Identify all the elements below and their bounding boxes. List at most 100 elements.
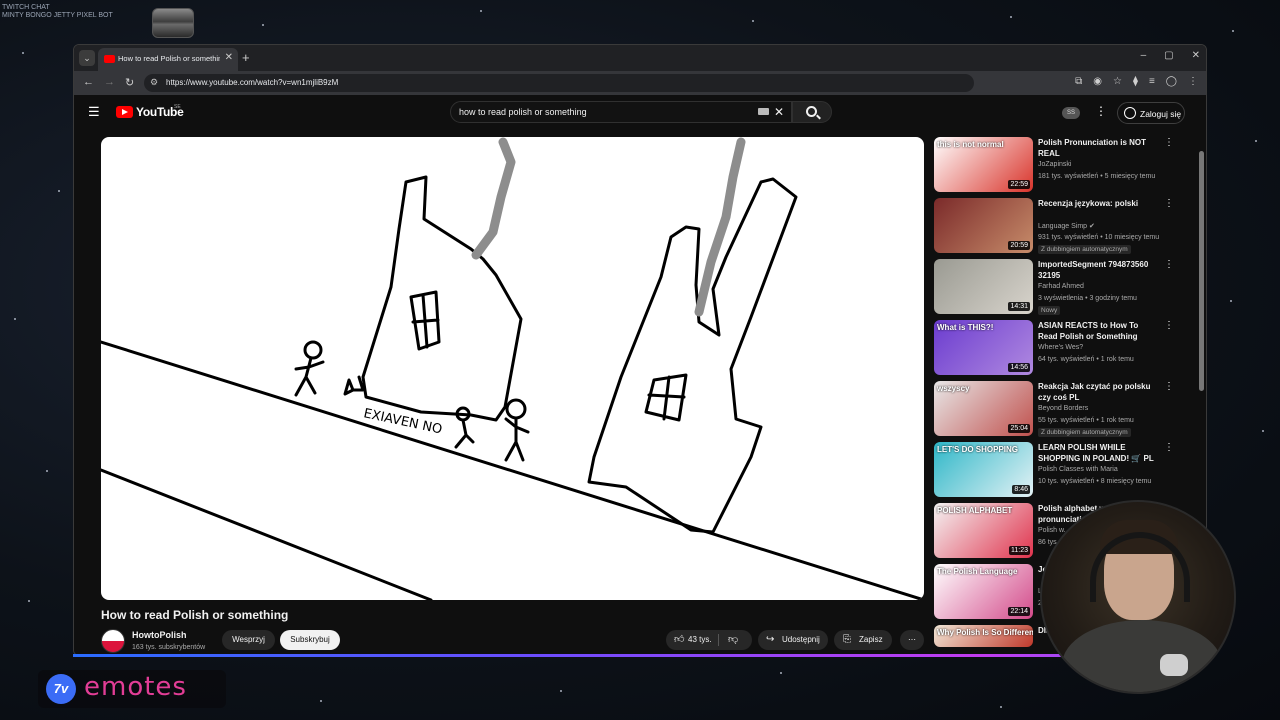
video-thumbnail[interactable]: 20:59 [934, 198, 1033, 253]
video-thumbnail[interactable]: What is THIS?! 14:56 [934, 320, 1033, 375]
browser-menu-icon[interactable]: ⋮ [1188, 76, 1198, 87]
video-duration: 11:23 [1009, 546, 1030, 555]
bookmark-star-icon[interactable]: ☆ [1113, 76, 1122, 87]
recommendation-more-icon[interactable]: ⋮ [1164, 137, 1174, 148]
hamburger-menu-icon[interactable]: ☰ [88, 104, 100, 120]
recommendation-channel[interactable]: Farhad Ahmed [1038, 283, 1084, 290]
share-button[interactable]: ↪ Udostępnij [758, 630, 828, 650]
video-player[interactable]: EXIAVEN NO [101, 137, 924, 600]
recommendation-channel[interactable]: Where's Wes? [1038, 344, 1083, 351]
subscribe-button[interactable]: Subskrybuj [280, 630, 340, 650]
recommendation-more-icon[interactable]: ⋮ [1164, 198, 1174, 209]
site-info-icon[interactable]: ⚙ [150, 77, 158, 88]
more-actions-button[interactable]: ⋯ [900, 630, 924, 650]
channel-name[interactable]: HowtoPolish [132, 630, 187, 640]
recommendation-channel[interactable]: Polish Classes with Maria [1038, 466, 1118, 473]
thumbs-down-icon[interactable]: 👎︎ [728, 630, 738, 650]
recommendation-item[interactable]: this is not normal 22:59 Polish Pronunciat… [934, 137, 1174, 195]
video-duration: 14:31 [1008, 302, 1030, 311]
video-thumbnail[interactable]: POLISH ALPHABET 11:23 [934, 503, 1033, 558]
thumbs-up-icon[interactable]: 👍︎ [674, 630, 684, 650]
back-arrow-icon[interactable]: ← [83, 76, 94, 88]
recommendation-item[interactable]: What is THIS?! 14:56 ASIAN REACTS to How T… [934, 320, 1174, 378]
install-app-icon[interactable]: ⧉ [1075, 76, 1082, 87]
video-duration: 14:56 [1008, 363, 1030, 372]
video-thumbnail[interactable]: 14:31 [934, 259, 1033, 314]
search-icon [806, 106, 817, 117]
profile-icon[interactable]: ◯ [1166, 76, 1177, 87]
divider [718, 634, 719, 646]
thumbnail-caption: LET'S DO SHOPPING [937, 445, 1019, 454]
recommendation-more-icon[interactable]: ⋮ [1164, 320, 1174, 331]
like-dislike-group: 👍︎ 43 tys. 👎︎ [666, 630, 752, 650]
address-bar[interactable]: ⚙ https://www.youtube.com/watch?v=wn1mjl… [144, 74, 974, 92]
recommendation-item[interactable]: 20:59 Recenzja językowa: polski Language S… [934, 198, 1174, 256]
7tv-logo-icon: 7v [46, 674, 76, 704]
video-thumbnail[interactable]: LET'S DO SHOPPING 8:46 [934, 442, 1033, 497]
right-smoke [694, 137, 746, 317]
restore-button[interactable]: ▢ [1164, 50, 1173, 61]
recommendation-title[interactable]: Polish Pronunciation is NOT REAL [1038, 137, 1160, 159]
recommendation-title[interactable]: Reakcja Jak czytać po polsku czy coś PL [1038, 381, 1160, 403]
scrollbar[interactable] [1199, 151, 1204, 391]
close-window-button[interactable]: ✕ [1192, 50, 1200, 61]
recommendation-channel[interactable]: JoZapinski [1038, 161, 1071, 168]
recommendation-item[interactable]: LET'S DO SHOPPING 8:46 LEARN POLISH WHILE … [934, 442, 1174, 500]
recommendation-channel[interactable]: Beyond Borders [1038, 405, 1088, 412]
reading-list-icon[interactable]: ≡ [1149, 76, 1155, 87]
save-button[interactable]: ⎘ Zapisz [834, 630, 892, 650]
join-button[interactable]: Wesprzyj [222, 630, 275, 650]
forward-arrow-icon[interactable]: → [104, 76, 115, 88]
recommendation-title[interactable]: ImportedSegment 794873560 32195 [1038, 259, 1160, 281]
recommendation-channel[interactable]: Language Simp ✔ [1038, 222, 1095, 230]
recommendation-title[interactable]: LEARN POLISH WHILE SHOPPING IN POLAND! 🛒… [1038, 442, 1160, 465]
stream-overlay-text: TWITCH CHAT MINTY BONGO JETTY PIXEL BOT [2, 4, 113, 19]
settings-more-icon[interactable]: ⋮ [1095, 104, 1107, 118]
search-input[interactable]: how to read polish or something ✕ [450, 101, 792, 123]
recommendation-badge: Z dubbingiem automatycznym [1038, 428, 1131, 437]
browser-tab[interactable]: How to read Polish or something ✕ [98, 48, 238, 71]
channel-avatar[interactable] [101, 629, 125, 653]
recommendation-meta: 931 tys. wyświetleń • 10 miesięcy temu [1038, 234, 1160, 241]
sign-in-button[interactable]: Zaloguj się [1117, 102, 1185, 124]
star [28, 600, 30, 602]
clear-search-icon[interactable]: ✕ [774, 105, 784, 119]
star [320, 700, 322, 702]
youtube-page: ☰ YouTube SE how to read polish or somet… [74, 95, 1206, 655]
star [46, 470, 48, 472]
recommendation-more-icon[interactable]: ⋮ [1164, 381, 1174, 392]
battery-icon [152, 8, 194, 38]
emotes-logo-text: emotes [84, 672, 187, 702]
recommendation-item[interactable]: 14:31 ImportedSegment 794873560 32195 Farh… [934, 259, 1174, 317]
video-thumbnail[interactable]: Why Polish Is So Different? [934, 625, 1033, 647]
extensions-icon[interactable]: ⧫ [1133, 76, 1138, 87]
tab-search-button[interactable]: ⌄ [79, 50, 95, 66]
star [1000, 706, 1002, 708]
recommendation-item[interactable]: wszyscy 25:04 Reakcja Jak czytać po polsku… [934, 381, 1174, 439]
video-thumbnail[interactable]: this is not normal 22:59 [934, 137, 1033, 192]
search-button[interactable] [792, 101, 832, 123]
new-tab-button[interactable]: + [242, 50, 250, 65]
star [752, 20, 754, 22]
keyboard-icon[interactable] [758, 108, 769, 115]
recommendation-title[interactable]: Recenzja językowa: polski [1038, 198, 1160, 209]
thumbnail-caption: this is not normal [937, 140, 1004, 149]
avatar-badge[interactable]: SS [1062, 107, 1080, 119]
like-count[interactable]: 43 tys. [688, 630, 712, 650]
recommendation-title[interactable]: ASIAN REACTS to How To Read Polish or So… [1038, 320, 1160, 342]
video-thumbnail[interactable]: The Polish Language 22:14 [934, 564, 1033, 619]
recommendation-more-icon[interactable]: ⋮ [1164, 442, 1174, 453]
reload-icon[interactable]: ↻ [125, 76, 134, 89]
stick-figure [454, 418, 475, 449]
video-thumbnail[interactable]: wszyscy 25:04 [934, 381, 1033, 436]
recommendation-more-icon[interactable]: ⋮ [1164, 259, 1174, 270]
thumbnail-caption: What is THIS?! [937, 323, 994, 332]
minimize-button[interactable]: – [1141, 50, 1147, 61]
tab-close-icon[interactable]: ✕ [225, 52, 233, 63]
thumbnail-caption: The Polish Language [937, 567, 1018, 576]
tracking-icon[interactable]: ◉ [1093, 76, 1102, 87]
search-query: how to read polish or something [459, 107, 587, 117]
video-duration: 22:14 [1008, 607, 1030, 616]
tab-title: How to read Polish or something [118, 54, 220, 63]
star [58, 190, 60, 192]
